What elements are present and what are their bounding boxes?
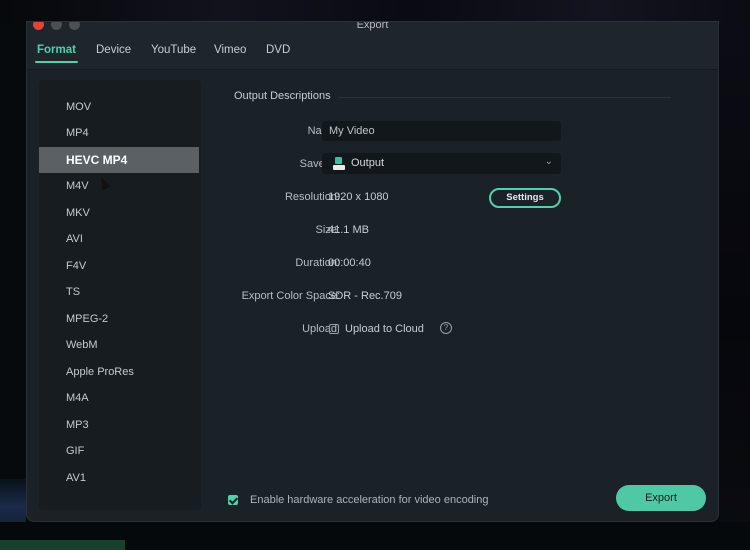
chevron-down-icon: ⌄	[544, 156, 553, 167]
upload-to-cloud-checkbox[interactable]	[329, 324, 339, 334]
format-item-apple-prores[interactable]: Apple ProRes	[39, 359, 199, 385]
folder-icon	[333, 157, 345, 170]
settings-button[interactable]: Settings	[489, 188, 561, 208]
format-item-av1[interactable]: AV1	[39, 465, 199, 491]
save-to-value: Output	[351, 157, 385, 169]
color-space-value: SDR - Rec.709	[328, 290, 402, 302]
resolution-value: 1920 x 1080	[328, 191, 389, 203]
format-item-m4a[interactable]: M4A	[39, 385, 199, 411]
format-item-mp4[interactable]: MP4	[39, 120, 199, 146]
save-to-select[interactable]: Output ⌄	[322, 153, 561, 174]
window-title: Export	[356, 21, 389, 31]
section-title: Output Descriptions	[234, 90, 331, 102]
size-value: 41.1 MB	[328, 224, 369, 236]
help-icon[interactable]: ?	[440, 322, 452, 334]
hw-accel-label[interactable]: Enable hardware acceleration for video e…	[250, 494, 489, 506]
format-item-m4v[interactable]: M4V	[39, 173, 199, 199]
format-item-f4v[interactable]: F4V	[39, 253, 199, 279]
tab-youtube[interactable]: YouTube	[151, 44, 196, 56]
format-item-avi[interactable]: AVI	[39, 226, 199, 252]
format-list: MOV MP4 HEVC MP4 M4V MKV AVI F4V TS MPEG…	[39, 80, 201, 510]
tab-vimeo[interactable]: Vimeo	[214, 44, 246, 56]
background-left-panel	[0, 24, 26, 549]
timeline-clip	[0, 540, 125, 550]
name-input[interactable]	[322, 121, 561, 141]
format-item-webm[interactable]: WebM	[39, 332, 199, 358]
tab-dvd[interactable]: DVD	[266, 44, 290, 56]
format-item-hevc-mp4[interactable]: HEVC MP4	[39, 147, 199, 173]
title-bar: Export	[27, 22, 718, 34]
tab-format[interactable]: Format	[35, 44, 78, 63]
format-item-mkv[interactable]: MKV	[39, 200, 199, 226]
background-right-panel	[720, 24, 750, 524]
hw-accel-checkbox[interactable]	[228, 495, 238, 505]
color-space-label: Export Color Space:	[241, 290, 340, 302]
section-divider	[339, 97, 671, 98]
export-button[interactable]: Export	[616, 485, 706, 511]
duration-value: 00:00:40	[328, 257, 371, 269]
upload-to-cloud-label[interactable]: Upload to Cloud	[345, 323, 424, 335]
export-dialog: Export Format Device YouTube Vimeo DVD M…	[26, 21, 719, 522]
tab-device[interactable]: Device	[96, 44, 131, 56]
format-item-mpeg2[interactable]: MPEG-2	[39, 306, 199, 332]
format-item-gif[interactable]: GIF	[39, 438, 199, 464]
format-item-ts[interactable]: TS	[39, 279, 199, 305]
background-timeline	[0, 522, 750, 550]
format-item-mp3[interactable]: MP3	[39, 412, 199, 438]
format-item-mov[interactable]: MOV	[39, 94, 199, 120]
tab-bar: Format Device YouTube Vimeo DVD	[27, 34, 718, 70]
